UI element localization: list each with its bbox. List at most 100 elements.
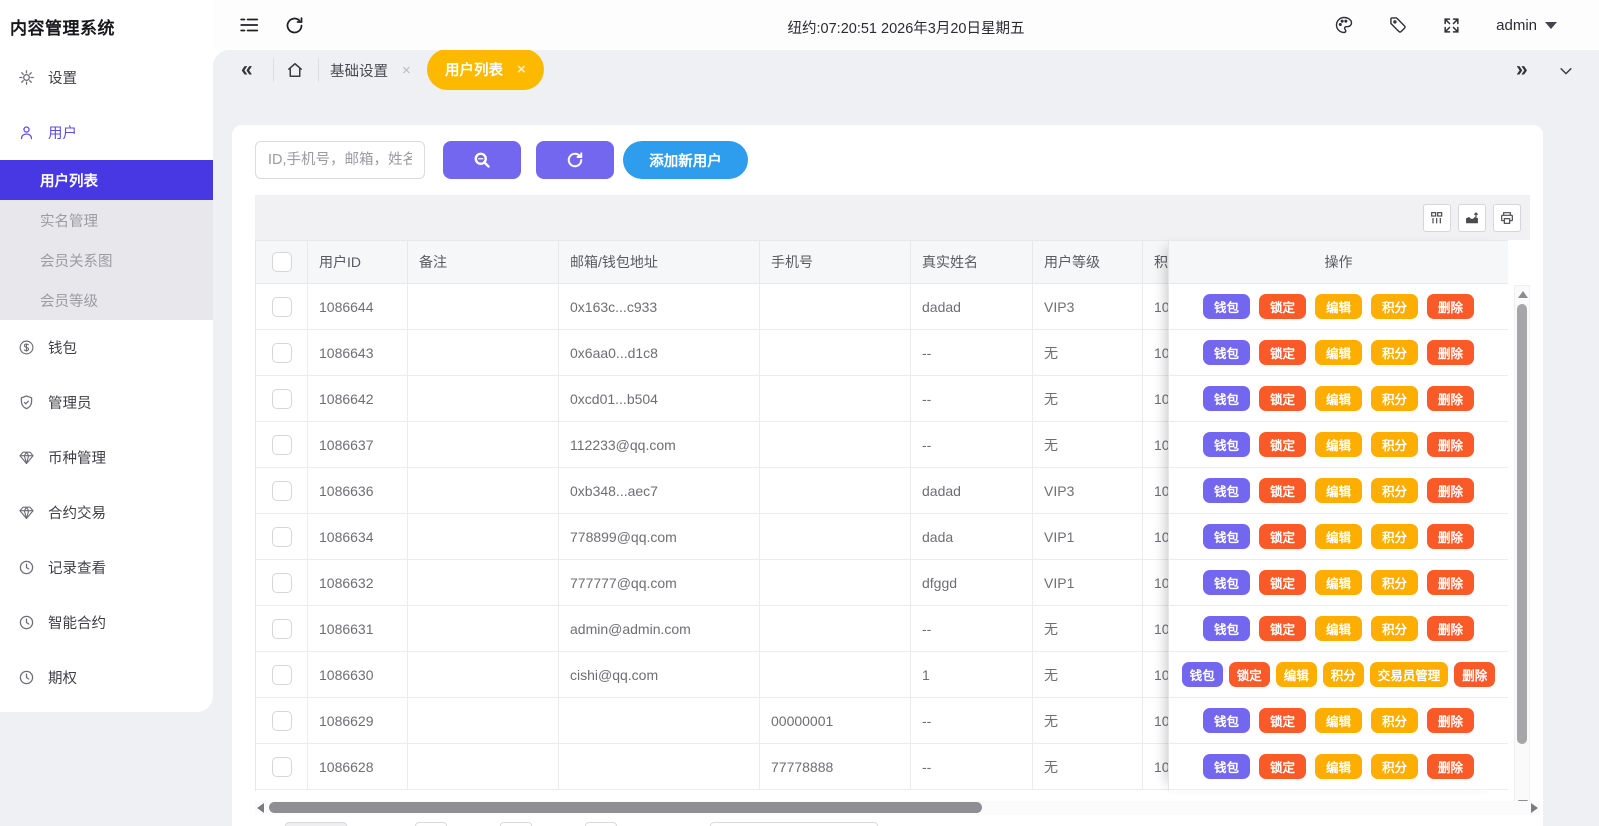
action-button[interactable]: 编辑 [1315,570,1362,595]
sidebar-item-2[interactable]: 钱包 [0,320,213,375]
action-button[interactable]: 交易员管理 [1370,662,1449,687]
horizontal-scrollbar-thumb[interactable] [269,802,982,813]
action-button[interactable]: 删除 [1427,294,1474,319]
action-button[interactable]: 积分 [1371,294,1418,319]
pagination-button[interactable] [285,822,347,826]
action-button[interactable]: 锁定 [1259,754,1306,779]
action-button[interactable]: 删除 [1427,432,1474,457]
action-button[interactable]: 锁定 [1259,708,1306,733]
sidebar-item-0[interactable]: 设置 [0,50,213,105]
add-user-button[interactable]: 添加新用户 [623,141,748,179]
user-menu[interactable]: admin [1496,17,1557,34]
action-button[interactable]: 积分 [1371,524,1418,549]
action-button[interactable]: 钱包 [1182,662,1223,687]
row-checkbox[interactable] [272,481,292,501]
action-button[interactable]: 锁定 [1259,294,1306,319]
row-checkbox[interactable] [272,389,292,409]
action-button[interactable]: 钱包 [1203,294,1250,319]
action-button[interactable]: 删除 [1427,570,1474,595]
sidebar-item-3[interactable]: 管理员 [0,375,213,430]
action-button[interactable]: 钱包 [1203,524,1250,549]
export-icon[interactable] [1458,204,1486,232]
action-button[interactable]: 编辑 [1315,432,1362,457]
reload-button[interactable] [536,141,614,179]
action-button[interactable]: 钱包 [1203,478,1250,503]
pagination-button[interactable] [415,822,447,826]
chevrons-right-icon[interactable]: » [1516,51,1528,89]
row-checkbox[interactable] [272,665,292,685]
action-button[interactable]: 钱包 [1203,754,1250,779]
action-button[interactable]: 锁定 [1259,524,1306,549]
action-button[interactable]: 编辑 [1315,386,1362,411]
sidebar-item-8[interactable]: 期权 [0,650,213,705]
action-button[interactable]: 积分 [1371,386,1418,411]
action-button[interactable]: 积分 [1371,708,1418,733]
vertical-scrollbar[interactable] [1514,285,1530,813]
chevron-down-icon[interactable] [1557,62,1575,80]
action-button[interactable]: 编辑 [1315,616,1362,641]
action-button[interactable]: 积分 [1371,478,1418,503]
sidebar-subitem[interactable]: 实名管理 [0,200,213,240]
row-checkbox[interactable] [272,297,292,317]
action-button[interactable]: 编辑 [1315,754,1362,779]
sidebar-subitem[interactable]: 会员等级 [0,280,213,320]
select-all-checkbox[interactable] [272,252,292,272]
action-button[interactable]: 删除 [1427,616,1474,641]
sidebar-item-7[interactable]: 智能合约 [0,595,213,650]
action-button[interactable]: 钱包 [1203,386,1250,411]
scroll-left-arrow-icon[interactable] [257,803,264,813]
search-input[interactable] [255,141,425,179]
columns-icon[interactable] [1423,204,1451,232]
action-button[interactable]: 积分 [1371,340,1418,365]
row-checkbox[interactable] [272,619,292,639]
action-button[interactable]: 积分 [1371,432,1418,457]
action-button[interactable]: 锁定 [1259,340,1306,365]
action-button[interactable]: 锁定 [1259,478,1306,503]
scroll-right-arrow-icon[interactable] [1531,803,1538,813]
pagination-button[interactable] [585,822,617,826]
scroll-up-arrow-icon[interactable] [1518,291,1528,298]
action-button[interactable]: 删除 [1427,524,1474,549]
sidebar-item-4[interactable]: 币种管理 [0,430,213,485]
action-button[interactable]: 编辑 [1315,340,1362,365]
row-checkbox[interactable] [272,573,292,593]
action-button[interactable]: 锁定 [1259,386,1306,411]
fullscreen-icon[interactable] [1442,15,1462,35]
action-button[interactable]: 编辑 [1315,708,1362,733]
row-checkbox[interactable] [272,343,292,363]
action-button[interactable]: 积分 [1323,662,1364,687]
action-button[interactable]: 锁定 [1259,570,1306,595]
pagination-button[interactable] [500,822,532,826]
action-button[interactable]: 钱包 [1203,340,1250,365]
sidebar-subitem[interactable]: 会员关系图 [0,240,213,280]
action-button[interactable]: 锁定 [1259,616,1306,641]
sidebar-item-6[interactable]: 记录查看 [0,540,213,595]
tab-0[interactable]: 基础设置× [330,50,411,90]
action-button[interactable]: 编辑 [1315,294,1362,319]
action-button[interactable]: 钱包 [1203,570,1250,595]
home-icon[interactable] [285,60,305,80]
action-button[interactable]: 编辑 [1315,524,1362,549]
action-button[interactable]: 锁定 [1259,432,1306,457]
action-button[interactable]: 删除 [1427,340,1474,365]
action-button[interactable]: 编辑 [1276,662,1317,687]
sidebar-item-5[interactable]: 合约交易 [0,485,213,540]
vertical-scrollbar-thumb[interactable] [1517,304,1527,744]
horizontal-scrollbar[interactable] [255,801,1540,815]
action-button[interactable]: 删除 [1454,662,1495,687]
action-button[interactable]: 删除 [1427,478,1474,503]
action-button[interactable]: 钱包 [1203,708,1250,733]
close-icon[interactable]: × [402,62,411,79]
row-checkbox[interactable] [272,711,292,731]
action-button[interactable]: 删除 [1427,386,1474,411]
palette-icon[interactable] [1334,15,1354,35]
action-button[interactable]: 积分 [1371,616,1418,641]
row-checkbox[interactable] [272,527,292,547]
search-button[interactable] [443,141,521,179]
sidebar-subitem[interactable]: 用户列表 [0,160,213,200]
row-checkbox[interactable] [272,435,292,455]
action-button[interactable]: 删除 [1427,754,1474,779]
action-button[interactable]: 删除 [1427,708,1474,733]
action-button[interactable]: 锁定 [1229,662,1270,687]
tag-icon[interactable] [1388,15,1408,35]
